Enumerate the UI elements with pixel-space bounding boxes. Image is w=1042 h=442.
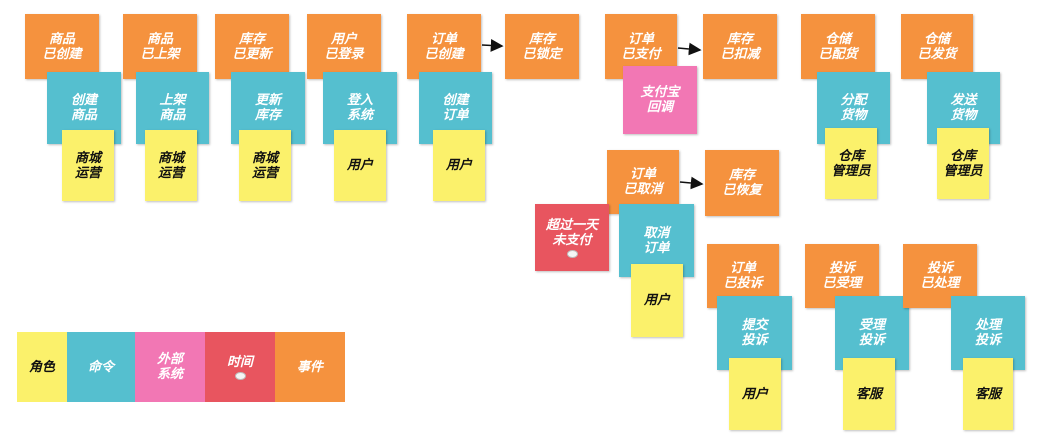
role-user: 用户 bbox=[729, 358, 781, 430]
role-warehouse-manager: 仓库 管理员 bbox=[937, 128, 989, 199]
arrow-order-cancelled-to-stock-restored bbox=[679, 176, 704, 190]
role-user: 用户 bbox=[433, 130, 485, 201]
event-stock-deducted: 库存 已扣减 bbox=[703, 14, 777, 79]
event-stock-restored: 库存 已恢复 bbox=[705, 150, 779, 216]
timer-label: 超过一天 未支付 bbox=[545, 217, 598, 248]
legend-role: 角色 bbox=[17, 332, 67, 402]
role-user: 用户 bbox=[631, 264, 683, 337]
role-customer-service: 客服 bbox=[843, 358, 895, 430]
event-order-created: 订单 已创建 bbox=[407, 14, 481, 79]
role-warehouse-manager: 仓库 管理员 bbox=[825, 128, 877, 199]
clock-icon bbox=[234, 371, 246, 380]
event-user-logged-in: 用户 已登录 bbox=[307, 14, 381, 79]
event-warehouse-shipped: 仓储 已发货 bbox=[901, 14, 973, 79]
event-stock-locked: 库存 已锁定 bbox=[505, 14, 579, 79]
arrow-order-paid-to-stock-deducted bbox=[677, 42, 702, 56]
external-alipay-callback: 支付宝 回调 bbox=[623, 66, 697, 134]
role-user: 用户 bbox=[334, 130, 386, 201]
event-product-created: 商品 已创建 bbox=[25, 14, 99, 79]
legend-time-label: 时间 bbox=[226, 354, 253, 370]
legend-external-system: 外部 系统 bbox=[135, 332, 205, 402]
role-mall-ops: 商城 运营 bbox=[62, 130, 114, 201]
event-warehouse-allocated: 仓储 已配货 bbox=[801, 14, 875, 79]
clock-icon bbox=[566, 249, 578, 258]
timer-unpaid-one-day: 超过一天 未支付 bbox=[535, 204, 609, 271]
role-mall-ops: 商城 运营 bbox=[145, 130, 197, 201]
event-product-listed: 商品 已上架 bbox=[123, 14, 197, 79]
legend-command: 命令 bbox=[67, 332, 135, 402]
legend-time: 时间 bbox=[205, 332, 275, 402]
role-customer-service: 客服 bbox=[963, 358, 1013, 430]
role-mall-ops: 商城 运营 bbox=[239, 130, 291, 201]
legend-event: 事件 bbox=[275, 332, 345, 402]
event-stock-updated: 库存 已更新 bbox=[215, 14, 289, 79]
arrow-order-created-to-stock-locked bbox=[481, 39, 504, 52]
